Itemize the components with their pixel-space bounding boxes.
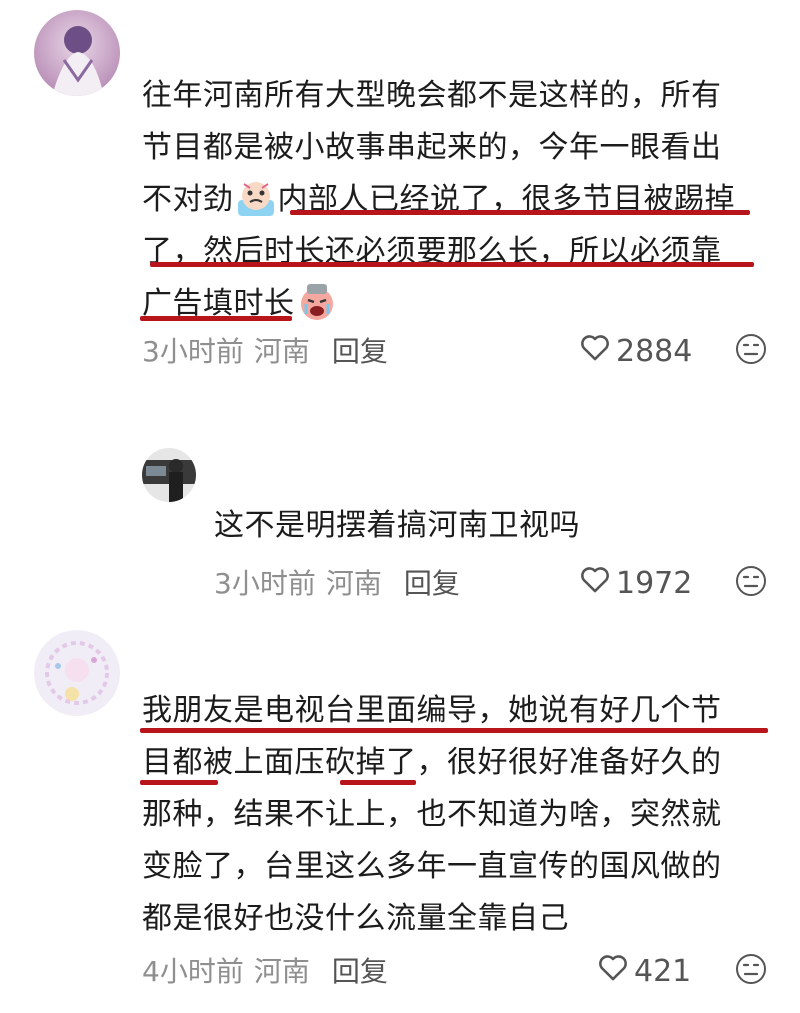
highlight-underline (140, 728, 768, 733)
comment-meta: 3小时前 河南 回复 (214, 562, 460, 602)
heart-outline-icon (578, 562, 616, 604)
comment-line: 节目都是被小故事串起来的，今年一眼看出 (142, 130, 722, 165)
comment-meta: 4小时前 河南 回复 (142, 950, 388, 990)
like-count: 2884 (616, 333, 693, 369)
comment-time: 3小时前 (142, 335, 244, 368)
neutral-face-icon[interactable] (734, 564, 768, 602)
crying-emoji-icon (297, 282, 337, 322)
like-button[interactable]: 2884 (578, 330, 692, 372)
heart-outline-icon (578, 330, 616, 372)
comment-meta: 3小时前 河南 回复 (142, 330, 388, 370)
crying-emoji-icon (236, 178, 276, 218)
comment-line: 目都被上面压砍掉了，很好很好准备好久的 (142, 745, 722, 780)
comment-line: 往年河南所有大型晚会都不是这样的，所有 (142, 78, 722, 113)
comment-line: 变脸了，台里这么多年一直宣传的国风做的 (142, 849, 722, 884)
avatar[interactable] (34, 10, 120, 96)
comment-line: 这不是明摆着搞河南卫视吗 (214, 508, 580, 543)
avatar[interactable] (34, 630, 120, 716)
like-button[interactable]: 421 (596, 950, 691, 992)
comment-line: 不对劲 内部人已经说了，很多节目被踢掉 (142, 174, 735, 226)
like-count: 1972 (616, 565, 693, 601)
comment-line: 广告填时长 (142, 278, 735, 330)
highlight-underline (140, 780, 218, 785)
like-count: 421 (634, 953, 692, 989)
highlight-underline (150, 262, 754, 267)
comment-line: 了，然后时长还必须要那么长，所以必须靠 (142, 234, 722, 269)
comment-time: 3小时前 (214, 567, 316, 600)
reply-button[interactable]: 回复 (332, 335, 388, 368)
highlight-underline (290, 210, 750, 215)
comment-location: 河南 (253, 955, 310, 988)
heart-outline-icon (596, 950, 634, 992)
reply-button[interactable]: 回复 (404, 567, 460, 600)
comment-location: 河南 (325, 567, 382, 600)
comment-text: 我朋友是电视台里面编导，她说有好几个节 目都被上面压砍掉了，很好很好准备好久的 … (142, 685, 722, 945)
highlight-underline (140, 316, 292, 321)
reply-button[interactable]: 回复 (332, 955, 388, 988)
comment-fragment: 不对劲 (142, 182, 234, 217)
comment-text: 往年河南所有大型晚会都不是这样的，所有 节目都是被小故事串起来的，今年一眼看出 … (142, 70, 735, 330)
comment-time: 4小时前 (142, 955, 244, 988)
highlight-underline (340, 780, 416, 785)
neutral-face-icon[interactable] (734, 952, 768, 990)
comment-line: 那种，结果不让上，也不知道为啥，突然就 (142, 797, 722, 832)
comment-location: 河南 (253, 335, 310, 368)
neutral-face-icon[interactable] (734, 332, 768, 370)
like-button[interactable]: 1972 (578, 562, 692, 604)
avatar[interactable] (142, 448, 196, 502)
comment-line: 都是很好也没什么流量全靠自己 (142, 901, 569, 936)
comment-text: 这不是明摆着搞河南卫视吗 (214, 500, 580, 552)
